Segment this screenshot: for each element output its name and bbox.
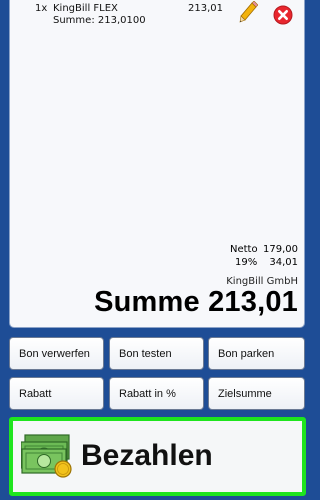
receipt-panel: 1x KingBill FLEX Summe: 213,0100 213,01 … xyxy=(9,0,305,328)
item-quantity: 1x xyxy=(35,3,48,14)
grand-total: Summe 213,01 xyxy=(94,286,298,318)
bon-parken-button[interactable]: Bon parken xyxy=(208,337,305,370)
bon-testen-button[interactable]: Bon testen xyxy=(109,337,204,370)
rabatt-button[interactable]: Rabatt xyxy=(9,377,104,410)
vat-label: 19% xyxy=(235,257,258,268)
line-item[interactable]: 1x KingBill FLEX Summe: 213,0100 213,01 xyxy=(10,0,304,32)
delete-icon[interactable] xyxy=(273,5,293,25)
netto-value: 179,00 xyxy=(263,244,298,255)
vat-value: 34,01 xyxy=(269,257,298,268)
zielsumme-button[interactable]: Zielsumme xyxy=(208,377,305,410)
rabatt-prozent-button[interactable]: Rabatt in % xyxy=(109,377,204,410)
item-name: KingBill FLEX xyxy=(53,3,118,14)
bon-verwerfen-button[interactable]: Bon verwerfen xyxy=(9,337,104,370)
money-icon xyxy=(20,433,81,481)
bezahlen-label: Bezahlen xyxy=(81,439,213,472)
pencil-icon[interactable] xyxy=(238,0,259,23)
bezahlen-button[interactable]: Bezahlen xyxy=(9,417,306,496)
item-subtotal: Summe: 213,0100 xyxy=(53,15,146,26)
netto-label: Netto xyxy=(230,244,258,255)
item-price: 213,01 xyxy=(188,3,223,14)
